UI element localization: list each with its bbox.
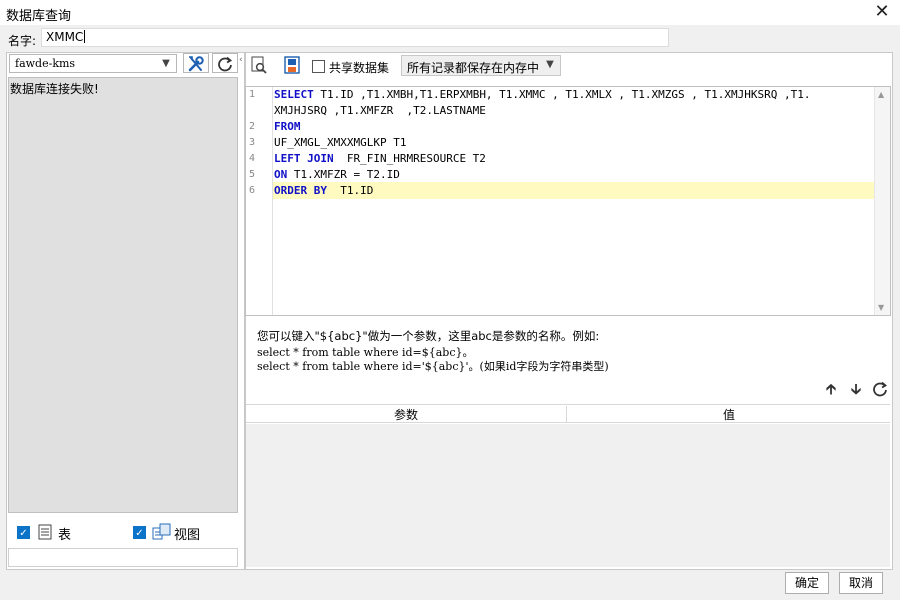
preview-button[interactable] (250, 56, 270, 76)
chevron-down-icon[interactable]: ▼ (158, 56, 174, 71)
text-caret (84, 30, 86, 43)
title-bar (0, 0, 900, 26)
line-number: 6 (249, 185, 256, 196)
sql-text: T1.XMFZR = T2.ID (287, 168, 400, 181)
line-number: 4 (249, 153, 256, 164)
sql-line: ORDER BY T1.ID (274, 184, 373, 197)
sql-keyword: ORDER BY (274, 184, 327, 197)
preview-icon (251, 56, 267, 74)
view-icon (152, 523, 172, 544)
name-input-value: XMMC (46, 30, 84, 44)
refresh-icon (873, 381, 888, 397)
param-hint-line-1: 您可以键入"${abc}"做为一个参数，这里abc是参数的名称。例如: (257, 329, 600, 343)
connection-settings-button[interactable] (183, 53, 209, 73)
sql-keyword: ON (274, 168, 288, 181)
sql-text: T1.ID ,T1.XMBH,T1.ERPXMBH, T1.XMMC , T1.… (313, 88, 811, 101)
chevron-down-icon[interactable]: ▼ (543, 58, 557, 72)
save-data-button[interactable] (283, 56, 303, 76)
line-number: 5 (249, 169, 256, 180)
table-option-label: 表 (58, 528, 72, 543)
sql-text: FR_FIN_HRMRESOURCE T2 (333, 152, 486, 165)
sql-editor[interactable] (245, 86, 891, 316)
name-input[interactable]: XMMC (41, 28, 669, 47)
sql-line: UF_XMGL_XMXXMGLKP T1 (274, 136, 406, 149)
window-title: 数据库查询 (6, 9, 72, 24)
share-dataset-label: 共享数据集 (329, 61, 390, 75)
refresh-connection-button[interactable] (212, 53, 238, 73)
sql-text: T1.ID (326, 184, 374, 197)
memory-mode-select[interactable]: 所有记录都保存在内存中 (401, 55, 561, 76)
scroll-up-icon[interactable]: ▲ (878, 90, 884, 99)
sql-line: LEFT JOIN FR_FIN_HRMRESOURCE T2 (274, 152, 486, 165)
connection-tree[interactable] (8, 77, 238, 513)
table-checkbox[interactable]: ✓ (17, 526, 30, 539)
arrow-up-icon[interactable]: 🡱 (822, 379, 840, 399)
param-column-header[interactable]: 参数 (246, 406, 567, 422)
view-checkbox[interactable]: ✓ (133, 526, 146, 539)
sql-line: SELECT T1.ID ,T1.XMBH,T1.ERPXMBH, T1.XMM… (274, 88, 810, 101)
editor-scrollbar[interactable]: ▲ ▼ (874, 87, 890, 315)
sql-text: UF_XMGL_XMXXMGLKP T1 (274, 136, 407, 149)
sql-keyword: LEFT JOIN (274, 152, 334, 165)
ok-button[interactable]: 确定 (785, 572, 829, 594)
share-dataset-checkbox[interactable] (312, 60, 325, 73)
view-option-label: 视图 (174, 528, 201, 543)
refresh-params-button[interactable] (872, 381, 890, 399)
refresh-icon (218, 56, 233, 72)
line-number: 3 (249, 137, 256, 148)
save-data-icon (284, 56, 300, 74)
arrow-down-icon[interactable]: 🡳 (847, 379, 865, 399)
line-number: 1 (249, 89, 256, 100)
sql-line: XMJHJSRQ ,T1.XMFZR ,T2.LASTNAME (274, 104, 486, 117)
connection-select[interactable]: fawde-kms (9, 54, 177, 73)
param-hint-line-3: select * from table where id='${abc}'。(如… (257, 360, 609, 373)
scroll-down-icon[interactable]: ▼ (878, 303, 884, 312)
sql-keyword: FROM (274, 120, 301, 133)
sql-text: XMJHJSRQ ,T1.XMFZR ,T2.LASTNAME (274, 104, 486, 117)
close-icon[interactable]: ✕ (872, 2, 892, 22)
param-table-body[interactable] (246, 424, 890, 567)
table-icon (38, 524, 52, 543)
value-column-header[interactable]: 值 (568, 406, 890, 422)
sql-line: ON T1.XMFZR = T2.ID (274, 168, 400, 181)
cancel-button[interactable]: 取消 (839, 572, 883, 594)
filter-input[interactable] (8, 548, 238, 567)
line-number: 2 (249, 121, 256, 132)
sql-keyword: SELECT (274, 88, 314, 101)
name-label: 名字: (8, 34, 37, 48)
wrench-screwdriver-icon (188, 56, 204, 72)
connection-status: 数据库连接失败! (10, 82, 99, 96)
sql-line: FROM (274, 120, 301, 133)
